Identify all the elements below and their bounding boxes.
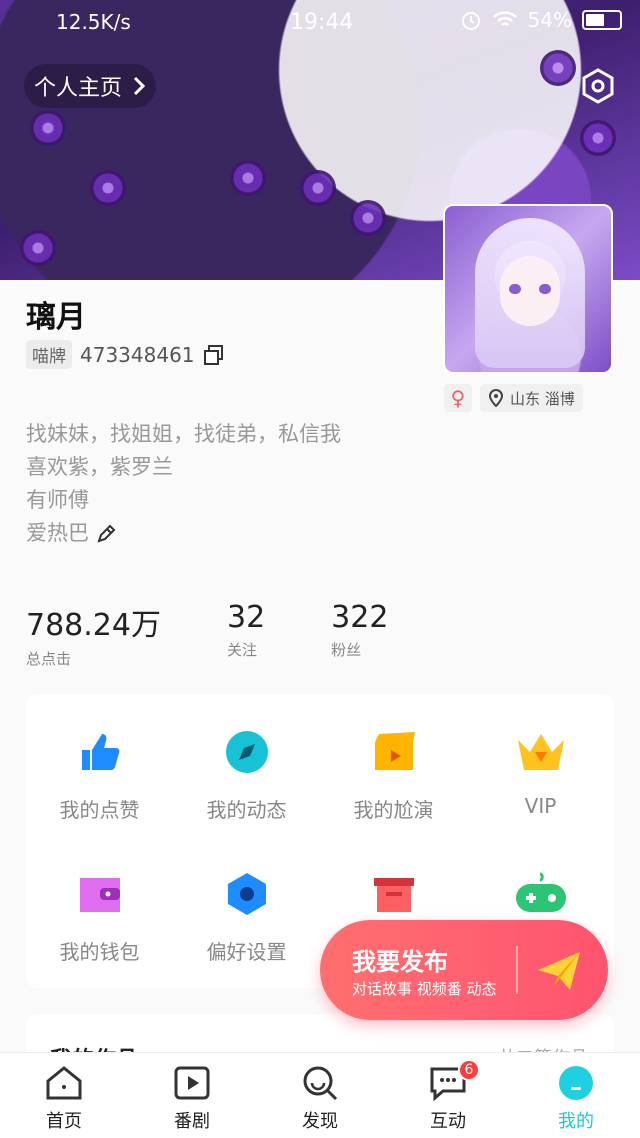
- hex-settings-icon: [582, 68, 614, 104]
- publish-button[interactable]: 我要发布 对话故事 视频番 动态: [320, 920, 608, 1020]
- tab-interaction[interactable]: 6 互动: [384, 1053, 512, 1138]
- network-speed: 12.5K/s: [56, 10, 131, 34]
- menu-label: 我的点赞: [59, 798, 140, 822]
- bio-line: 有师傅: [26, 488, 89, 512]
- tab-home[interactable]: 首页: [0, 1053, 128, 1138]
- paper-plane-icon: [538, 952, 580, 990]
- tab-series[interactable]: 番剧: [128, 1053, 256, 1138]
- clock: 19:44: [290, 10, 354, 35]
- tab-label: 我的: [558, 1111, 594, 1132]
- menu-vip[interactable]: VIP: [467, 724, 614, 818]
- gender-badge: ♀: [444, 384, 472, 412]
- gamepad-icon: [513, 866, 569, 922]
- id-value: 473348461: [80, 342, 195, 367]
- play-box-icon: [174, 1066, 210, 1100]
- flower-decoration: [230, 160, 266, 196]
- location-pin-icon: [488, 389, 504, 407]
- menu-archive[interactable]: [320, 866, 467, 922]
- tab-label: 发现: [302, 1111, 338, 1132]
- menu-games[interactable]: [467, 866, 614, 922]
- stat-label: 关注: [226, 641, 257, 659]
- home-icon: [46, 1066, 82, 1100]
- battery-percent: 54%: [527, 8, 572, 32]
- location-tag: 山东 淄博: [480, 384, 583, 412]
- flower-decoration: [30, 110, 66, 146]
- homepage-label: 个人主页: [34, 76, 123, 101]
- flower-decoration: [300, 170, 336, 206]
- publish-divider: [516, 946, 518, 994]
- tab-discover[interactable]: 发现: [256, 1053, 384, 1138]
- menu-label: 我的钱包: [59, 940, 140, 964]
- menu-my-posts[interactable]: 我的动态: [173, 724, 320, 823]
- location-text: 山东 淄博: [510, 389, 575, 408]
- flower-decoration: [580, 120, 616, 156]
- menu-label: 我的尬演: [353, 798, 434, 822]
- wallet-icon: [72, 866, 128, 922]
- tab-mine[interactable]: 我的: [512, 1053, 640, 1138]
- stat-following[interactable]: 32 关注: [227, 600, 265, 669]
- avatar-eye: [509, 284, 521, 294]
- settings-button[interactable]: [574, 62, 622, 110]
- tab-label: 互动: [430, 1111, 466, 1132]
- avatar[interactable]: [443, 204, 613, 374]
- tab-label: 首页: [46, 1111, 82, 1132]
- bio-line-text: 爱热巴: [26, 521, 89, 545]
- notification-badge: 6: [458, 1059, 480, 1081]
- profile-tags: ♀ 山东 淄博: [444, 384, 583, 412]
- tab-label: 番剧: [174, 1111, 210, 1132]
- status-bar: 12.5K/s 19:44 54%: [0, 0, 640, 44]
- thumbs-up-icon: [72, 724, 128, 780]
- stat-total-clicks[interactable]: 788.24万 总点击: [26, 600, 161, 669]
- flower-decoration: [540, 50, 576, 86]
- chevron-right-icon: [133, 76, 146, 96]
- bottom-tab-bar: 首页 番剧 发现 6 互动 我的: [0, 1052, 640, 1138]
- stat-value: 32: [226, 600, 266, 635]
- user-id-row: 喵牌 473348461: [26, 340, 225, 369]
- menu-label: 偏好设置: [206, 940, 287, 964]
- menu-my-likes[interactable]: 我的点赞: [26, 724, 173, 823]
- menu-label: VIP: [524, 794, 557, 818]
- search-icon: [303, 1066, 338, 1101]
- publish-subtitle: 对话故事 视频番 动态: [352, 980, 497, 998]
- avatar-eye: [539, 284, 551, 294]
- crown-icon: [513, 724, 569, 780]
- bio-line: 喜欢紫，紫罗兰: [26, 455, 173, 479]
- stats-row: 788.24万 总点击 32 关注 322 粉丝: [26, 600, 454, 669]
- compass-icon: [219, 724, 275, 780]
- copy-icon[interactable]: [203, 344, 225, 366]
- mine-face-icon: [559, 1066, 593, 1100]
- menu-my-wallet[interactable]: 我的钱包: [26, 866, 173, 965]
- archive-box-icon: [366, 866, 422, 922]
- stat-label: 总点击: [26, 650, 72, 668]
- flower-decoration: [20, 230, 56, 266]
- edit-pencil-icon[interactable]: [95, 523, 117, 545]
- clapperboard-icon: [366, 724, 422, 780]
- wifi-icon: [492, 11, 517, 26]
- stat-value: 788.24万: [26, 608, 161, 643]
- menu-my-performances[interactable]: 我的尬演: [320, 724, 467, 823]
- id-label: 喵牌: [26, 340, 72, 369]
- stat-label: 粉丝: [331, 641, 362, 659]
- publish-title: 我要发布: [352, 948, 448, 976]
- alarm-icon: [461, 12, 480, 30]
- bio-line: 找妹妹，找姐姐，找徒弟，私信我: [26, 422, 341, 446]
- hex-gear-icon: [219, 866, 275, 922]
- battery-icon: [582, 10, 622, 30]
- menu-label: 我的动态: [206, 798, 287, 822]
- flower-decoration: [350, 200, 386, 236]
- stat-fans[interactable]: 322 粉丝: [331, 600, 388, 669]
- bio[interactable]: 找妹妹，找姐姐，找徒弟，私信我 喜欢紫，紫罗兰 有师傅 爱热巴: [26, 418, 341, 550]
- personal-homepage-button[interactable]: 个人主页: [24, 64, 157, 108]
- nickname: 璃月: [26, 300, 86, 335]
- bio-line-last: 爱热巴: [26, 517, 341, 550]
- flower-decoration: [90, 170, 126, 206]
- stat-value: 322: [331, 600, 389, 635]
- status-icons: 54%: [460, 8, 622, 32]
- menu-preferences[interactable]: 偏好设置: [173, 866, 320, 965]
